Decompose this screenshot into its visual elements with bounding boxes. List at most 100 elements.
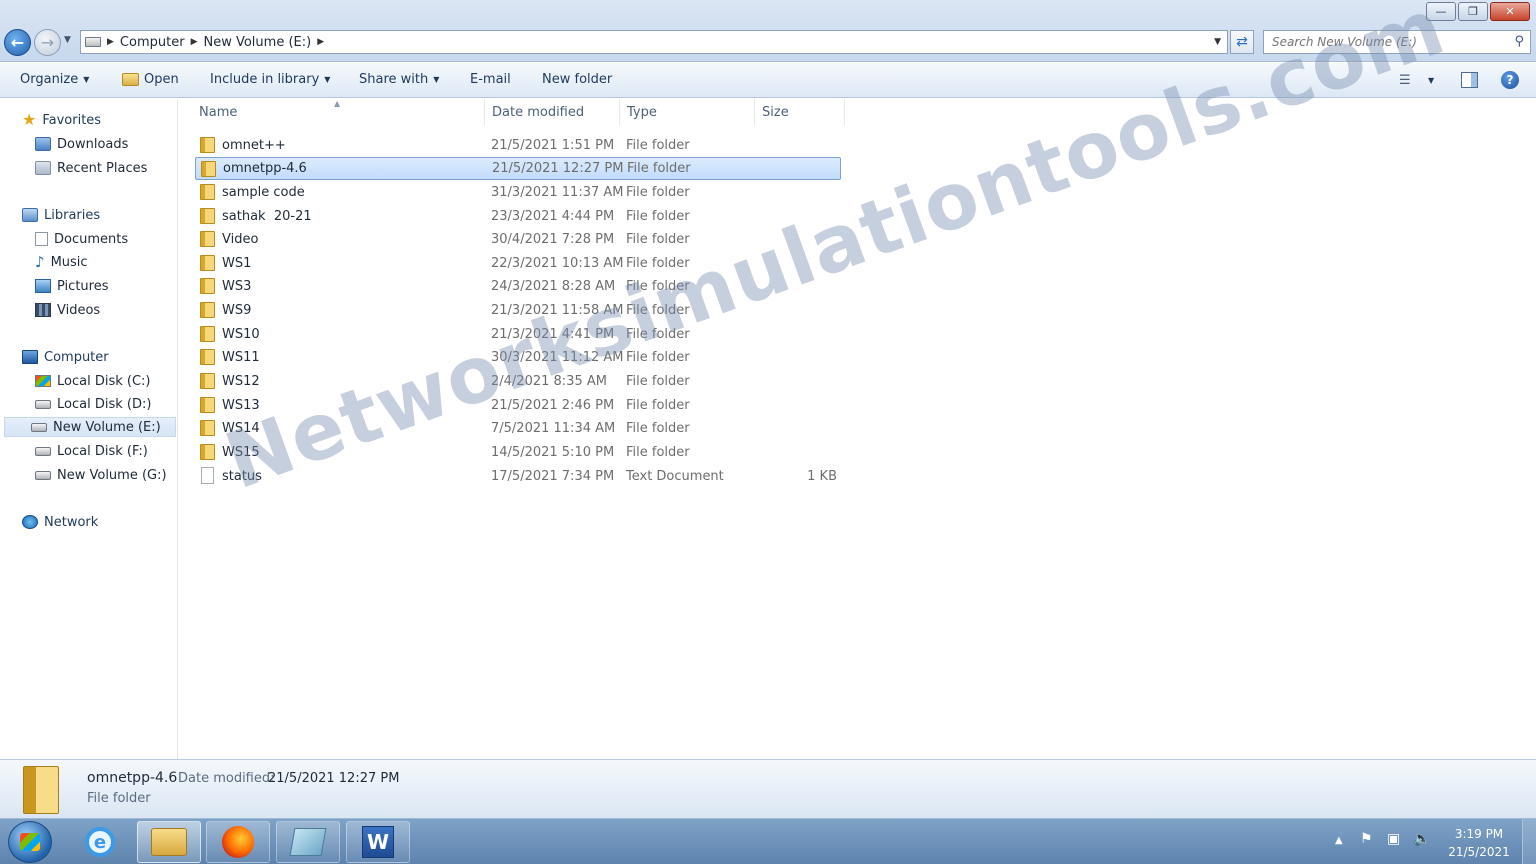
- back-button[interactable]: ←: [4, 29, 31, 56]
- nav-drive-d[interactable]: Local Disk (D:): [35, 394, 151, 414]
- show-desktop-button[interactable]: [1522, 819, 1536, 864]
- close-icon[interactable]: ✕: [1490, 2, 1530, 21]
- search-box[interactable]: ⚲: [1263, 30, 1531, 54]
- column-header-name[interactable]: Name: [199, 105, 237, 120]
- column-divider[interactable]: [484, 99, 485, 125]
- file-name: WS14: [222, 421, 260, 436]
- file-row-video[interactable]: Video 30/4/2021 7:28 PM File folder: [195, 228, 841, 251]
- navigation-pane: ★ Favorites Downloads Recent Places Libra…: [0, 99, 178, 759]
- nav-downloads[interactable]: Downloads: [35, 134, 128, 154]
- clock[interactable]: 3:19 PM 21/5/2021: [1444, 825, 1514, 861]
- nav-drive-c[interactable]: Local Disk (C:): [35, 371, 150, 391]
- recent-pages-dropdown[interactable]: ▼: [64, 35, 71, 45]
- nav-network[interactable]: Network: [22, 512, 98, 532]
- column-divider[interactable]: [619, 99, 620, 125]
- change-view-icon[interactable]: ☰: [1399, 73, 1411, 88]
- chevron-right-icon[interactable]: ▶: [317, 37, 324, 47]
- search-input[interactable]: [1272, 35, 1502, 49]
- file-row-ws14[interactable]: WS14 7/5/2021 11:34 AM File folder: [195, 417, 841, 440]
- file-row-sample-code[interactable]: sample code 31/3/2021 11:37 AM File fold…: [195, 181, 841, 204]
- search-icon[interactable]: ⚲: [1514, 34, 1524, 49]
- file-row-omnetpp-4-6[interactable]: omnetpp-4.6 21/5/2021 12:27 PM File fold…: [195, 157, 841, 180]
- nav-pictures[interactable]: Pictures: [35, 276, 108, 296]
- internet-explorer-icon: e: [85, 827, 115, 857]
- window-controls: — ❐ ✕: [1426, 2, 1530, 21]
- file-row-ws9[interactable]: WS9 21/3/2021 11:58 AM File folder: [195, 299, 841, 322]
- nav-computer[interactable]: Computer: [22, 347, 109, 367]
- nav-favorites[interactable]: ★ Favorites: [22, 110, 101, 130]
- file-date: 23/3/2021 4:44 PM: [491, 209, 615, 224]
- nav-network-label: Network: [44, 514, 99, 530]
- nav-videos[interactable]: Videos: [35, 300, 100, 320]
- nav-documents[interactable]: Documents: [35, 229, 128, 249]
- file-row-ws15[interactable]: WS15 14/5/2021 5:10 PM File folder: [195, 441, 841, 464]
- taskbar-internet-explorer[interactable]: e: [68, 821, 132, 863]
- help-icon[interactable]: ?: [1501, 71, 1519, 89]
- refresh-button[interactable]: ⇄: [1230, 30, 1254, 54]
- open-button[interactable]: Open: [122, 72, 179, 87]
- application-icon: [289, 828, 327, 856]
- taskbar-firefox[interactable]: [206, 821, 270, 863]
- nav-libraries[interactable]: Libraries: [22, 205, 100, 225]
- taskbar-windows-explorer[interactable]: [137, 821, 201, 863]
- file-type: Text Document: [626, 469, 724, 484]
- volume-icon[interactable]: 🔈: [1413, 831, 1430, 847]
- column-header-date-modified[interactable]: Date modified: [492, 105, 584, 120]
- file-row-ws10[interactable]: WS10 21/3/2021 4:41 PM File folder: [195, 323, 841, 346]
- firefox-icon: [222, 826, 254, 858]
- file-row-status[interactable]: status 17/5/2021 7:34 PM Text Document 1…: [195, 465, 841, 488]
- share-with-button[interactable]: Share with ▼: [359, 72, 439, 87]
- address-bar[interactable]: ▶ Computer ▶ New Volume (E:) ▶ ▼: [80, 30, 1228, 54]
- chevron-right-icon[interactable]: ▶: [107, 37, 114, 47]
- address-history-dropdown[interactable]: ▼: [1214, 37, 1221, 47]
- file-name: Video: [222, 232, 259, 247]
- file-type: File folder: [626, 303, 690, 318]
- videos-icon: [35, 303, 51, 317]
- file-type: File folder: [626, 209, 690, 224]
- new-folder-button[interactable]: New folder: [542, 72, 612, 87]
- nav-drive-g[interactable]: New Volume (G:): [35, 465, 167, 485]
- show-hidden-icons-icon[interactable]: ▲: [1335, 835, 1343, 846]
- file-type: File folder: [626, 138, 690, 153]
- system-disk-icon: [35, 375, 51, 387]
- refresh-icon: ⇄: [1236, 34, 1248, 50]
- file-row-ws1[interactable]: WS1 22/3/2021 10:13 AM File folder: [195, 252, 841, 275]
- disk-icon: [35, 399, 51, 409]
- nav-drive-e[interactable]: New Volume (E:): [4, 417, 176, 437]
- file-name: WS9: [222, 303, 252, 318]
- file-row-ws11[interactable]: WS11 30/3/2021 11:12 AM File folder: [195, 346, 841, 369]
- forward-button[interactable]: →: [34, 29, 61, 56]
- column-divider[interactable]: [844, 99, 845, 125]
- organize-button[interactable]: Organize ▼: [20, 72, 89, 87]
- minimize-icon[interactable]: —: [1426, 2, 1456, 21]
- taskbar-word[interactable]: W: [346, 821, 410, 863]
- file-row-ws3[interactable]: WS3 24/3/2021 8:28 AM File folder: [195, 275, 841, 298]
- restore-icon[interactable]: ❐: [1458, 2, 1488, 21]
- nav-drive-f[interactable]: Local Disk (F:): [35, 441, 148, 461]
- nav-music[interactable]: ♪ Music: [35, 252, 88, 272]
- breadcrumb-new-volume-e[interactable]: New Volume (E:): [203, 35, 311, 50]
- chevron-down-icon[interactable]: ▼: [1428, 76, 1434, 85]
- folder-icon: [200, 255, 215, 271]
- network-tray-icon[interactable]: ▣: [1387, 831, 1400, 847]
- start-button[interactable]: [8, 821, 52, 863]
- column-header-size[interactable]: Size: [762, 105, 789, 120]
- organize-label: Organize: [20, 72, 79, 87]
- column-divider[interactable]: [754, 99, 755, 125]
- email-button[interactable]: E-mail: [470, 72, 511, 87]
- file-row-omnet[interactable]: omnet++ 21/5/2021 1:51 PM File folder: [195, 134, 841, 157]
- nav-recent-places[interactable]: Recent Places: [35, 158, 147, 178]
- file-row-sathak[interactable]: sathak 20-21 23/3/2021 4:44 PM File fold…: [195, 205, 841, 228]
- file-row-ws12[interactable]: WS12 2/4/2021 8:35 AM File folder: [195, 370, 841, 393]
- libraries-icon: [22, 208, 38, 222]
- preview-pane-icon[interactable]: [1461, 72, 1478, 88]
- column-header-type[interactable]: Type: [627, 105, 657, 120]
- file-row-ws13[interactable]: WS13 21/5/2021 2:46 PM File folder: [195, 394, 841, 417]
- file-type: File folder: [626, 374, 690, 389]
- file-name: WS11: [222, 350, 260, 365]
- action-center-flag-icon[interactable]: ⚑: [1360, 831, 1373, 847]
- chevron-right-icon[interactable]: ▶: [191, 37, 198, 47]
- taskbar-app[interactable]: [276, 821, 340, 863]
- include-in-library-button[interactable]: Include in library ▼: [210, 72, 330, 87]
- breadcrumb-computer[interactable]: Computer: [120, 35, 185, 50]
